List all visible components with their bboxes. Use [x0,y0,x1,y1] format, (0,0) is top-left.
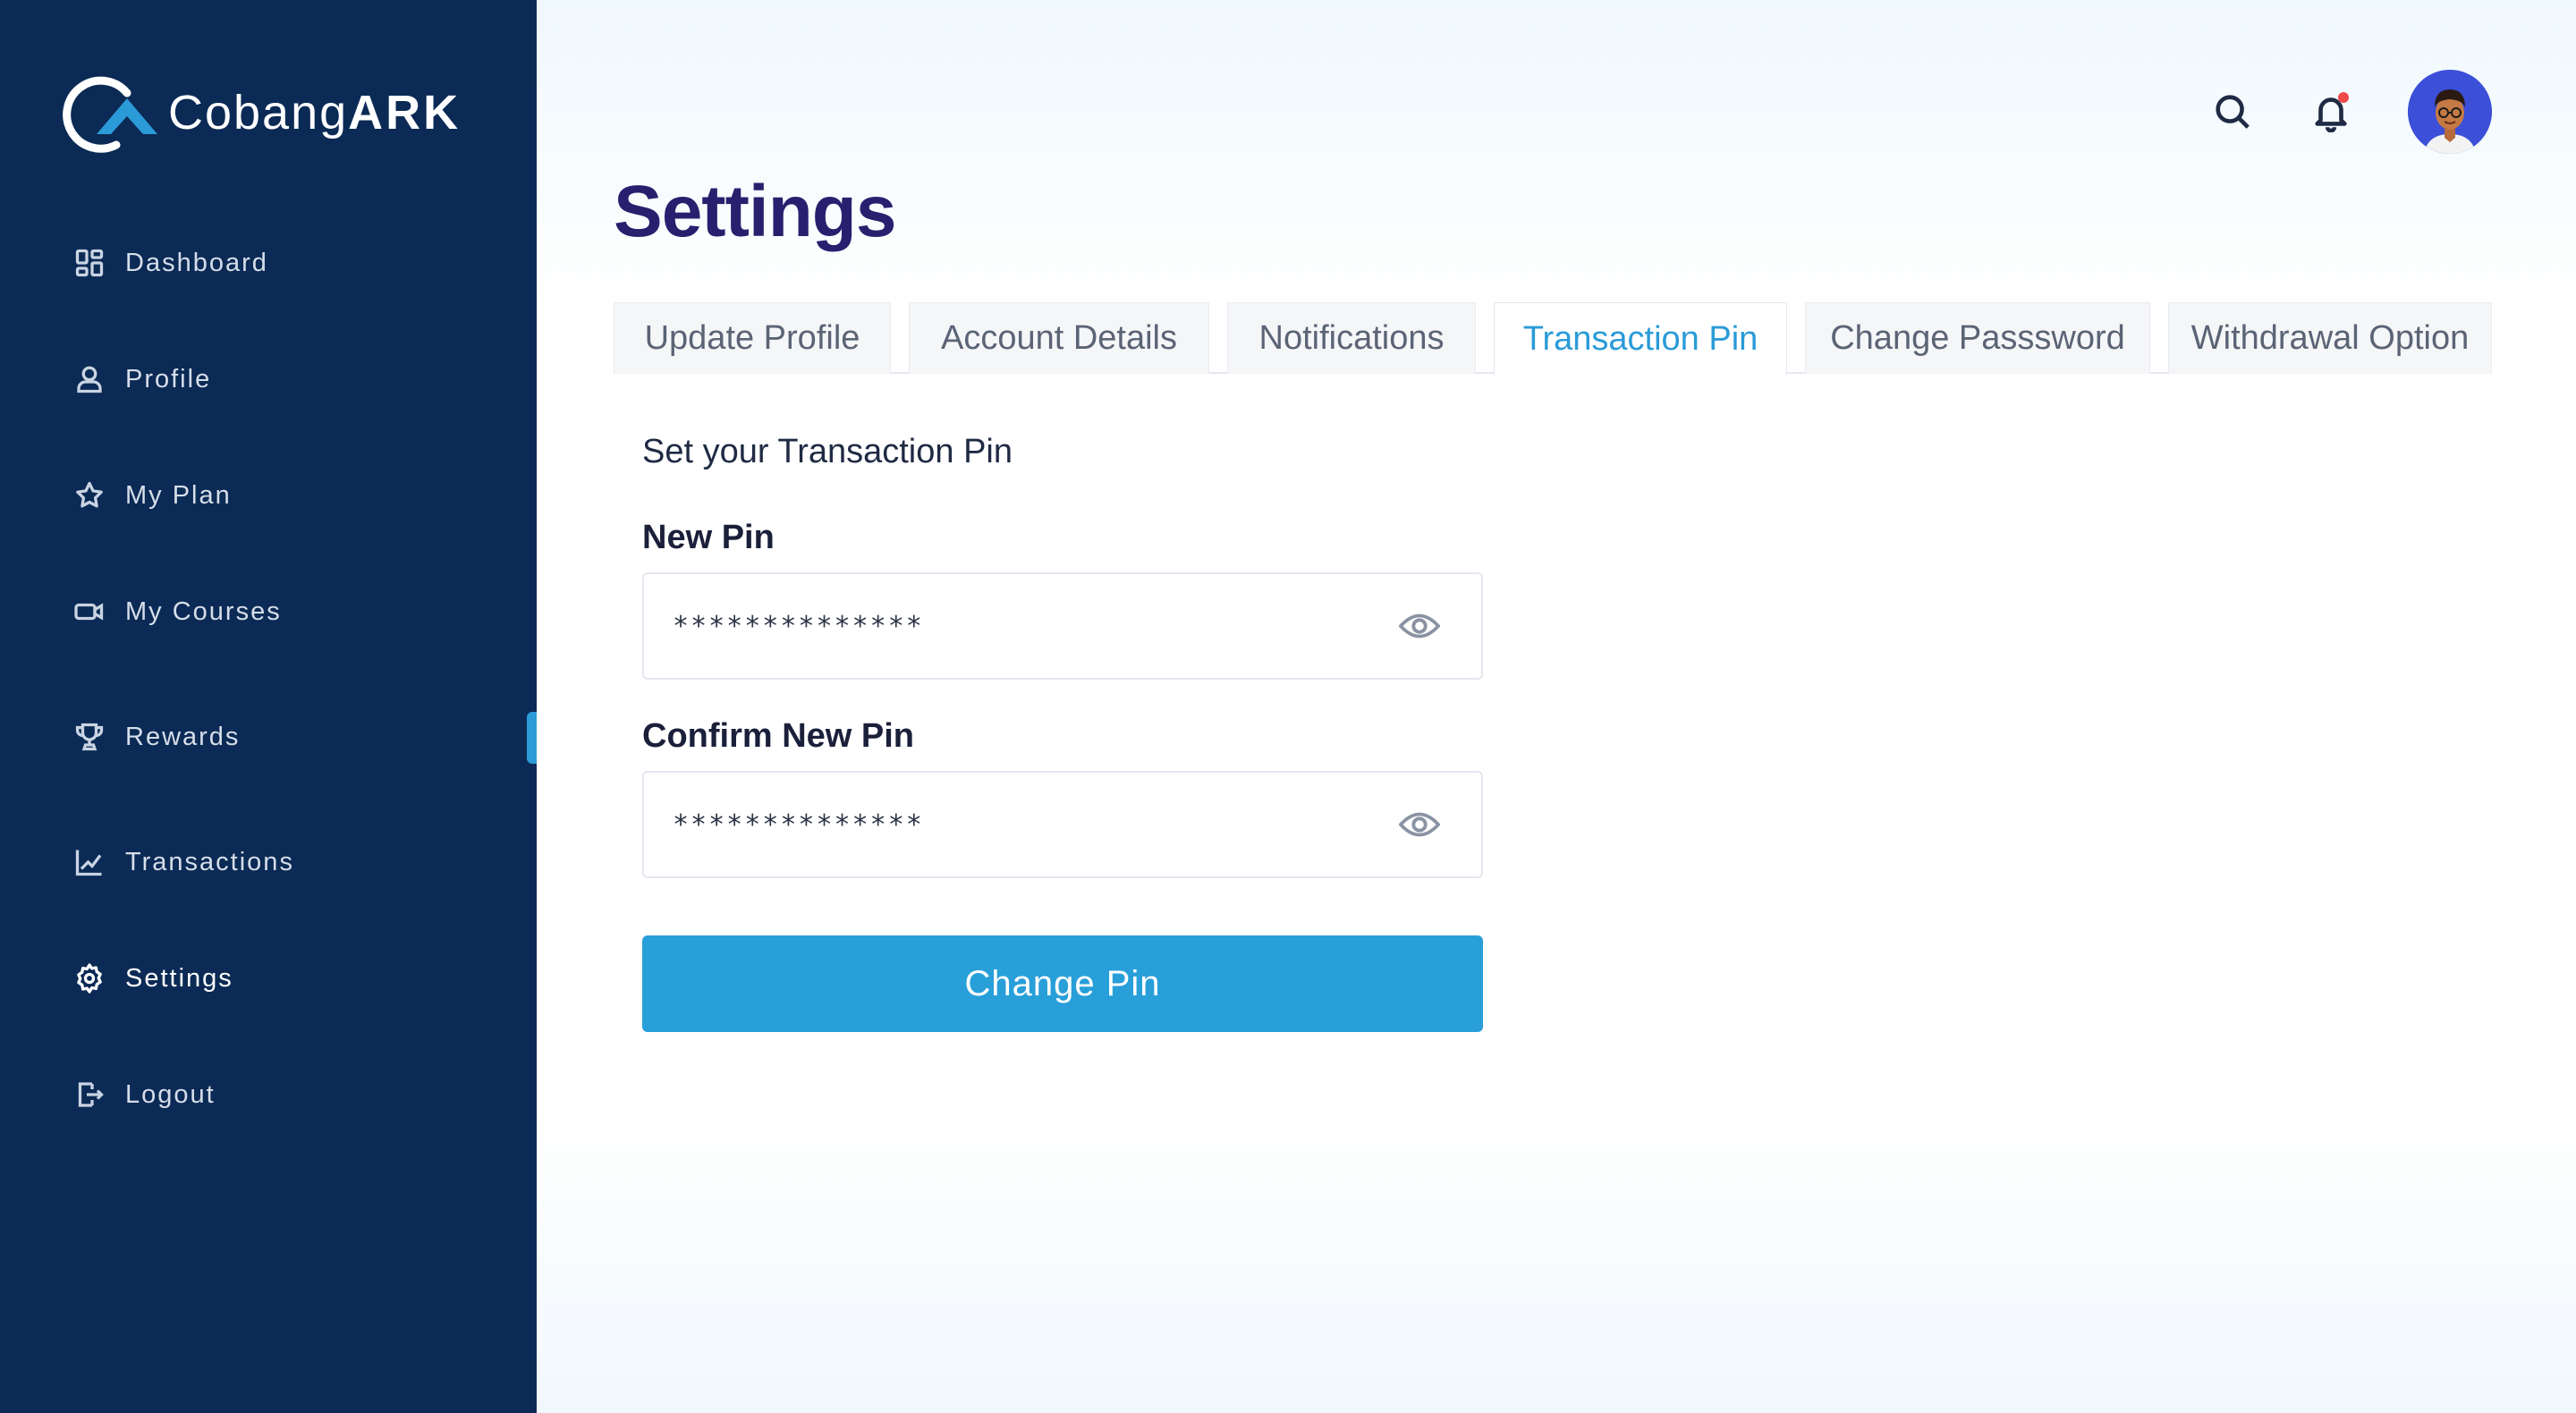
active-nav-indicator [527,712,537,764]
toggle-new-pin-visibility[interactable] [1399,608,1440,644]
confirm-pin-field [642,771,1483,878]
sidebar-item-label: Dashboard [125,248,268,277]
user-icon [72,361,107,397]
tab-change-password[interactable]: Change Passsword [1805,302,2150,374]
confirm-pin-label: Confirm New Pin [642,717,915,755]
sidebar-item-label: Logout [125,1079,216,1109]
notifications-button[interactable] [2309,90,2352,133]
change-pin-button[interactable]: Change Pin [642,935,1483,1032]
toggle-confirm-pin-visibility[interactable] [1399,807,1440,842]
sidebar-item-label: Settings [125,963,233,993]
header-actions [2211,70,2492,154]
user-avatar[interactable] [2408,70,2492,154]
new-pin-field [642,572,1483,680]
eye-icon [1399,812,1440,837]
sidebar-item-transactions[interactable]: Transactions [72,837,294,887]
notification-dot [2338,92,2349,103]
sidebar-item-my-courses[interactable]: My Courses [72,587,282,637]
confirm-pin-input[interactable] [673,773,1370,876]
sidebar-item-label: My Courses [125,597,282,626]
dashboard-grid-icon [72,245,107,281]
logout-icon [72,1077,107,1113]
sidebar: CobangARK Dashboard Profile My Plan My C… [0,0,537,1413]
gear-icon [72,960,107,996]
form-heading: Set your Transaction Pin [642,433,1013,470]
sidebar-item-rewards[interactable]: Rewards [72,712,240,762]
tab-update-profile[interactable]: Update Profile [614,302,891,374]
sidebar-item-dashboard[interactable]: Dashboard [72,238,268,288]
tab-transaction-pin[interactable]: Transaction Pin [1494,302,1787,376]
line-chart-icon [72,844,107,880]
tab-notifications[interactable]: Notifications [1227,302,1476,374]
tab-withdrawal-option[interactable]: Withdrawal Option [2168,302,2492,374]
page-title: Settings [614,171,896,252]
tab-account-details[interactable]: Account Details [909,302,1209,374]
sidebar-item-label: My Plan [125,480,232,510]
sidebar-item-my-plan[interactable]: My Plan [72,470,232,520]
sidebar-item-profile[interactable]: Profile [72,354,211,404]
brand-name: CobangARK [168,86,462,140]
video-camera-icon [72,594,107,630]
sidebar-item-logout[interactable]: Logout [72,1070,216,1120]
avatar-illustration-icon [2408,70,2492,154]
sidebar-item-label: Profile [125,364,212,393]
trophy-icon [72,719,107,755]
search-icon [2216,95,2250,129]
new-pin-input[interactable] [673,574,1370,678]
brand-logo[interactable]: CobangARK [57,72,461,154]
eye-icon [1399,613,1440,639]
sidebar-item-label: Rewards [125,722,241,751]
star-icon [72,478,107,513]
new-pin-label: New Pin [642,519,775,556]
logo-mark-icon [63,76,157,153]
settings-tabs: Update Profile Account Details Notificat… [614,302,2492,376]
main-content: Settings Update Profile Account Details … [537,0,2576,1413]
sidebar-item-label: Transactions [125,847,294,876]
sidebar-item-settings[interactable]: Settings [72,953,233,1003]
search-button[interactable] [2211,90,2254,133]
